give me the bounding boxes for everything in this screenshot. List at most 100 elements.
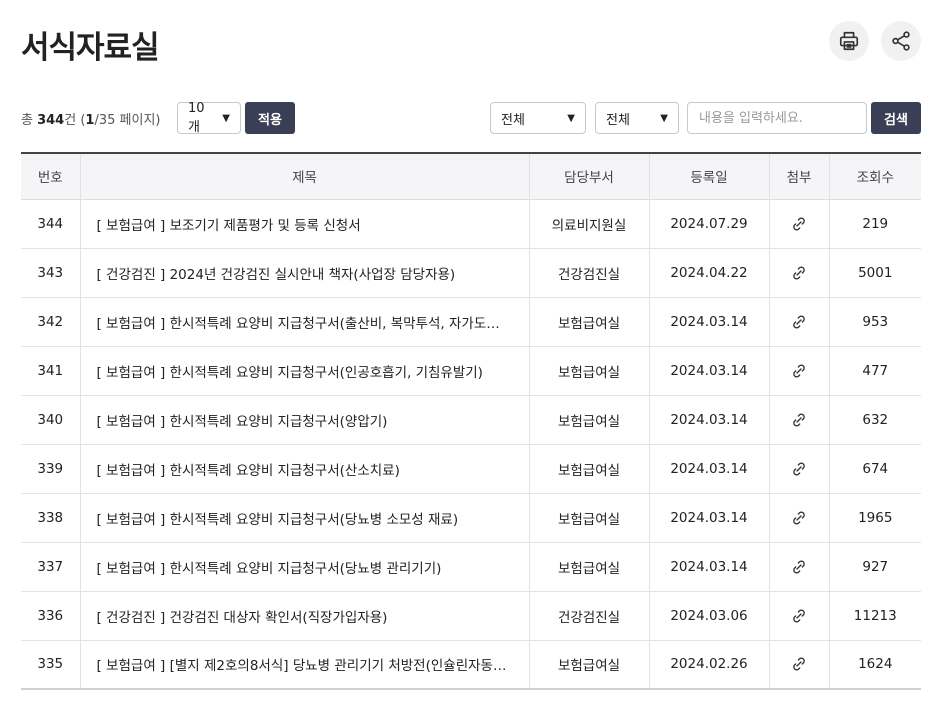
table-row[interactable]: 343 [ 건강검진 ] 2024년 건강검진 실시안내 책자(사업장 담당자용)… (21, 248, 921, 297)
row-date: 2024.03.14 (648, 346, 769, 395)
paperclip-icon[interactable] (791, 510, 807, 526)
row-views: 1624 (828, 640, 921, 689)
paperclip-icon[interactable] (791, 461, 807, 477)
table-row[interactable]: 336 [ 건강검진 ] 건강검진 대상자 확인서(직장가입자용) 건강검진실 202… (21, 591, 921, 640)
header-date: 등록일 (648, 153, 769, 199)
row-department: 보험급여실 (528, 493, 649, 542)
row-attachment[interactable] (768, 542, 829, 591)
row-department: 보험급여실 (528, 395, 649, 444)
search-input[interactable] (687, 102, 867, 134)
paperclip-icon[interactable] (791, 265, 807, 281)
table-row[interactable]: 340 [ 보험급여 ] 한시적특례 요양비 지급청구서(양압기) 보험급여실 202… (21, 395, 921, 444)
row-attachment[interactable] (768, 346, 829, 395)
row-department: 보험급여실 (528, 346, 649, 395)
row-department: 보험급여실 (528, 297, 649, 346)
table-row[interactable]: 338 [ 보험급여 ] 한시적특례 요양비 지급청구서(당뇨병 소모성 재료) 보… (21, 493, 921, 542)
page-title: 서식자료실 (21, 30, 160, 66)
search-button[interactable]: 검색 (871, 102, 921, 134)
header-department: 담당부서 (528, 153, 649, 199)
table-row[interactable]: 337 [ 보험급여 ] 한시적특례 요양비 지급청구서(당뇨병 관리기기) 보험급… (21, 542, 921, 591)
row-date: 2024.07.29 (648, 199, 769, 248)
row-title-link[interactable]: [ 건강검진 ] 건강검진 대상자 확인서(직장가입자용) (79, 591, 529, 640)
row-views: 219 (828, 199, 921, 248)
row-number: 344 (37, 215, 64, 232)
row-date: 2024.02.26 (648, 640, 769, 689)
table-row[interactable]: 341 [ 보험급여 ] 한시적특례 요양비 지급청구서(인공호흡기, 기침유발기… (21, 346, 921, 395)
row-attachment[interactable] (768, 248, 829, 297)
row-views: 5001 (828, 248, 921, 297)
row-title-link[interactable]: [ 보험급여 ] 한시적특례 요양비 지급청구서(당뇨병 소모성 재료) (79, 493, 529, 542)
row-number: 337 (37, 558, 64, 575)
total-count: 총 344건 (1/35 페이지) (21, 113, 161, 128)
header-number: 번호 (37, 170, 63, 187)
row-title-link[interactable]: [ 보험급여 ] 한시적특례 요양비 지급청구서(양압기) (79, 395, 529, 444)
paperclip-icon[interactable] (791, 314, 807, 330)
row-title-link[interactable]: [ 보험급여 ] 한시적특례 요양비 지급청구서(인공호흡기, 기침유발기) (79, 346, 529, 395)
paperclip-icon[interactable] (791, 412, 807, 428)
row-attachment[interactable] (768, 199, 829, 248)
table-row[interactable]: 335 [ 보험급여 ] [별지 제2호의8서식] 당뇨병 관리기기 처방전(인슐… (21, 640, 921, 689)
row-views: 1965 (828, 493, 921, 542)
row-number: 336 (37, 607, 64, 624)
chevron-down-icon: ▼ (660, 112, 668, 124)
row-title-link[interactable]: [ 건강검진 ] 2024년 건강검진 실시안내 책자(사업장 담당자용) (79, 248, 529, 297)
row-attachment[interactable] (768, 444, 829, 493)
paperclip-icon[interactable] (791, 656, 807, 672)
header-views: 조회수 (828, 153, 921, 199)
total-number: 344 (37, 113, 65, 128)
row-number: 341 (37, 362, 64, 379)
paperclip-icon[interactable] (791, 559, 807, 575)
paperclip-icon[interactable] (791, 216, 807, 232)
row-date: 2024.03.14 (648, 493, 769, 542)
row-department: 건강검진실 (528, 248, 649, 297)
row-title-link[interactable]: [ 보험급여 ] 보조기기 제품평가 및 등록 신청서 (79, 199, 529, 248)
chevron-down-icon: ▼ (567, 112, 575, 124)
row-views: 477 (828, 346, 921, 395)
row-department: 건강검진실 (528, 591, 649, 640)
row-title-link[interactable]: [ 보험급여 ] 한시적특례 요양비 지급청구서(당뇨병 관리기기) (79, 542, 529, 591)
row-attachment[interactable] (768, 395, 829, 444)
row-views: 674 (828, 444, 921, 493)
row-views: 927 (828, 542, 921, 591)
list-toolbar: 총 344건 (1/35 페이지) 10개▼ 적용 전체▼ 전체▼ 검색 (21, 101, 921, 135)
category-select-1[interactable]: 전체 ▼ (490, 102, 586, 134)
table-row[interactable]: 339 [ 보험급여 ] 한시적특례 요양비 지급청구서(산소치료) 보험급여실 20… (21, 444, 921, 493)
paperclip-icon[interactable] (791, 608, 807, 624)
row-department: 보험급여실 (528, 542, 649, 591)
table-row[interactable]: 344 [ 보험급여 ] 보조기기 제품평가 및 등록 신청서 의료비지원실 2024… (21, 199, 921, 248)
row-views: 632 (828, 395, 921, 444)
row-number: 335 (37, 656, 64, 673)
row-views: 11213 (828, 591, 921, 640)
row-title-link[interactable]: [ 보험급여 ] 한시적특례 요양비 지급청구서(출산비, 복막투석, 자가도뇨… (79, 297, 529, 346)
share-button[interactable] (881, 21, 921, 61)
row-date: 2024.03.14 (648, 297, 769, 346)
row-department: 의료비지원실 (528, 199, 649, 248)
share-icon (892, 31, 910, 51)
row-title-link[interactable]: [ 보험급여 ] 한시적특례 요양비 지급청구서(산소치료) (79, 444, 529, 493)
row-attachment[interactable] (768, 297, 829, 346)
total-pages: 35 (98, 113, 116, 128)
row-department: 보험급여실 (528, 640, 649, 689)
row-date: 2024.03.06 (648, 591, 769, 640)
row-department: 보험급여실 (528, 444, 649, 493)
row-date: 2024.03.14 (648, 395, 769, 444)
header-attachment: 첨부 (768, 153, 829, 199)
printer-icon (839, 31, 859, 51)
page-size-select[interactable]: 10개 ▼ (177, 101, 241, 135)
table-row[interactable]: 342 [ 보험급여 ] 한시적특례 요양비 지급청구서(출산비, 복막투석, 자… (21, 297, 921, 346)
row-attachment[interactable] (768, 591, 829, 640)
category-select-2[interactable]: 전체 ▼ (595, 102, 679, 134)
row-number: 342 (37, 313, 64, 330)
header-title: 제목 (79, 153, 529, 199)
title-actions (829, 21, 921, 61)
print-button[interactable] (829, 21, 869, 61)
row-attachment[interactable] (768, 640, 829, 689)
row-number: 339 (37, 460, 64, 477)
row-number: 340 (37, 411, 64, 428)
row-attachment[interactable] (768, 493, 829, 542)
paperclip-icon[interactable] (791, 363, 807, 379)
apply-button[interactable]: 적용 (245, 102, 295, 134)
board-table: 번호 제목 담당부서 등록일 첨부 조회수 344 [ 보험급여 ] 보조기기 제… (21, 152, 921, 690)
row-views: 953 (828, 297, 921, 346)
row-title-link[interactable]: [ 보험급여 ] [별지 제2호의8서식] 당뇨병 관리기기 처방전(인슐린자동… (79, 640, 529, 689)
